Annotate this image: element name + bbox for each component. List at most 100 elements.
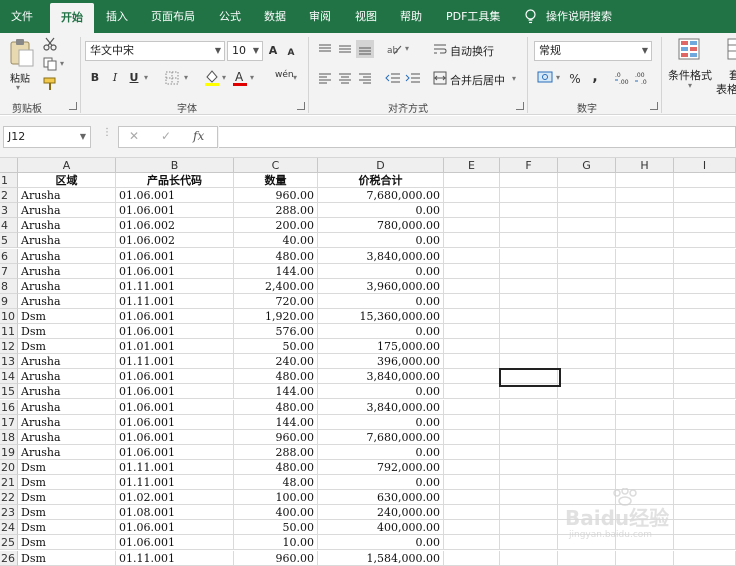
cell[interactable] <box>444 429 500 445</box>
align-center-icon[interactable] <box>338 72 352 84</box>
cell[interactable] <box>500 429 558 445</box>
cell[interactable] <box>444 188 500 204</box>
cell[interactable]: 400,000.00 <box>318 520 444 536</box>
cell[interactable] <box>674 459 736 475</box>
orientation-dropdown-icon[interactable]: ▾ <box>405 44 409 53</box>
underline-button[interactable]: U <box>127 69 141 87</box>
tab-view[interactable]: 视图 <box>355 0 377 33</box>
cell[interactable] <box>558 414 616 430</box>
column-header-b[interactable]: B <box>116 158 234 173</box>
cell[interactable] <box>500 324 558 339</box>
row-header[interactable]: 4 <box>0 218 18 234</box>
cell[interactable] <box>444 369 500 385</box>
cell[interactable] <box>444 339 500 355</box>
decrease-decimal-icon[interactable]: .00 .0 <box>634 71 650 85</box>
cell[interactable]: Arusha <box>18 233 116 249</box>
merge-center-button[interactable]: 合并后居中 <box>450 72 505 88</box>
tab-help[interactable]: 帮助 <box>400 0 422 33</box>
align-right-icon[interactable] <box>358 72 372 84</box>
increase-font-button[interactable]: A <box>266 42 280 60</box>
cell[interactable] <box>444 384 500 400</box>
insert-function-icon[interactable]: fx <box>193 129 204 143</box>
cell[interactable] <box>674 444 736 460</box>
cell[interactable] <box>444 414 500 430</box>
cell[interactable]: Arusha <box>18 414 116 430</box>
cell[interactable] <box>674 384 736 400</box>
cell[interactable] <box>444 490 500 506</box>
cell[interactable]: 576.00 <box>234 324 318 339</box>
cell[interactable] <box>616 278 674 294</box>
row-header[interactable]: 17 <box>0 414 18 430</box>
formula-input[interactable] <box>219 126 736 148</box>
merge-dropdown-icon[interactable]: ▾ <box>512 74 516 83</box>
cell[interactable] <box>558 459 616 475</box>
alignment-launcher-icon[interactable] <box>516 102 524 110</box>
cell[interactable] <box>616 218 674 234</box>
column-title-cell[interactable]: 数量 <box>234 173 318 188</box>
cell[interactable]: Dsm <box>18 339 116 355</box>
cell[interactable]: 480.00 <box>234 369 318 385</box>
cell[interactable]: 288.00 <box>234 203 318 219</box>
cell[interactable] <box>558 218 616 234</box>
cell[interactable]: 01.11.001 <box>116 278 234 294</box>
column-header-i[interactable]: I <box>674 158 736 173</box>
cell[interactable] <box>444 354 500 370</box>
cell[interactable]: Dsm <box>18 520 116 536</box>
cell[interactable]: 0.00 <box>318 444 444 460</box>
cell[interactable] <box>444 399 500 415</box>
cell[interactable] <box>500 520 558 536</box>
cell[interactable]: Dsm <box>18 505 116 521</box>
tab-pdf-tools[interactable]: PDF工具集 <box>446 0 500 33</box>
cell[interactable] <box>616 550 674 566</box>
cell[interactable]: 240,000.00 <box>318 505 444 521</box>
cell[interactable] <box>558 263 616 279</box>
cell[interactable]: 01.11.001 <box>116 354 234 370</box>
font-size-select[interactable]: 10 ▼ <box>227 41 263 61</box>
format-as-table-icon[interactable] <box>726 37 736 63</box>
cell[interactable] <box>500 459 558 475</box>
cell[interactable] <box>500 248 558 264</box>
cell[interactable]: 1,920.00 <box>234 308 318 324</box>
cell[interactable] <box>674 354 736 370</box>
cell[interactable]: 2,400.00 <box>234 278 318 294</box>
clipboard-launcher-icon[interactable] <box>69 102 77 110</box>
cell[interactable] <box>444 535 500 551</box>
cell[interactable]: 630,000.00 <box>318 490 444 506</box>
cell[interactable]: Dsm <box>18 324 116 339</box>
phonetic-dropdown-icon[interactable]: ▾ <box>293 73 297 82</box>
cell[interactable]: Arusha <box>18 354 116 370</box>
cell[interactable] <box>616 429 674 445</box>
cell[interactable]: 480.00 <box>234 248 318 264</box>
cell[interactable]: Dsm <box>18 475 116 490</box>
column-header-a[interactable]: A <box>18 158 116 173</box>
cell[interactable]: 01.02.001 <box>116 490 234 506</box>
cell[interactable] <box>444 459 500 475</box>
cell[interactable] <box>558 444 616 460</box>
cell[interactable]: 40.00 <box>234 233 318 249</box>
cell[interactable]: 01.11.001 <box>116 475 234 490</box>
cell[interactable] <box>500 414 558 430</box>
paste-dropdown-icon[interactable]: ▾ <box>16 83 20 92</box>
cell[interactable] <box>616 248 674 264</box>
cell[interactable]: 50.00 <box>234 520 318 536</box>
active-cell-selection[interactable] <box>499 368 561 388</box>
cell[interactable]: 175,000.00 <box>318 339 444 355</box>
cell[interactable] <box>674 399 736 415</box>
cell[interactable] <box>616 444 674 460</box>
cell[interactable] <box>500 293 558 309</box>
cell[interactable]: 0.00 <box>318 535 444 551</box>
cell[interactable] <box>444 233 500 249</box>
row-header[interactable]: 10 <box>0 308 18 324</box>
cell[interactable] <box>500 505 558 521</box>
cell[interactable] <box>674 188 736 204</box>
accounting-dropdown-icon[interactable]: ▾ <box>556 73 560 82</box>
borders-dropdown-icon[interactable]: ▾ <box>184 73 188 82</box>
accounting-format-icon[interactable] <box>537 70 553 84</box>
name-box[interactable]: J12 ▼ <box>3 126 91 148</box>
cell[interactable]: Dsm <box>18 535 116 551</box>
cell[interactable] <box>558 384 616 400</box>
cell[interactable] <box>500 173 558 188</box>
cell[interactable] <box>558 278 616 294</box>
row-header[interactable]: 13 <box>0 354 18 370</box>
cell[interactable] <box>616 414 674 430</box>
